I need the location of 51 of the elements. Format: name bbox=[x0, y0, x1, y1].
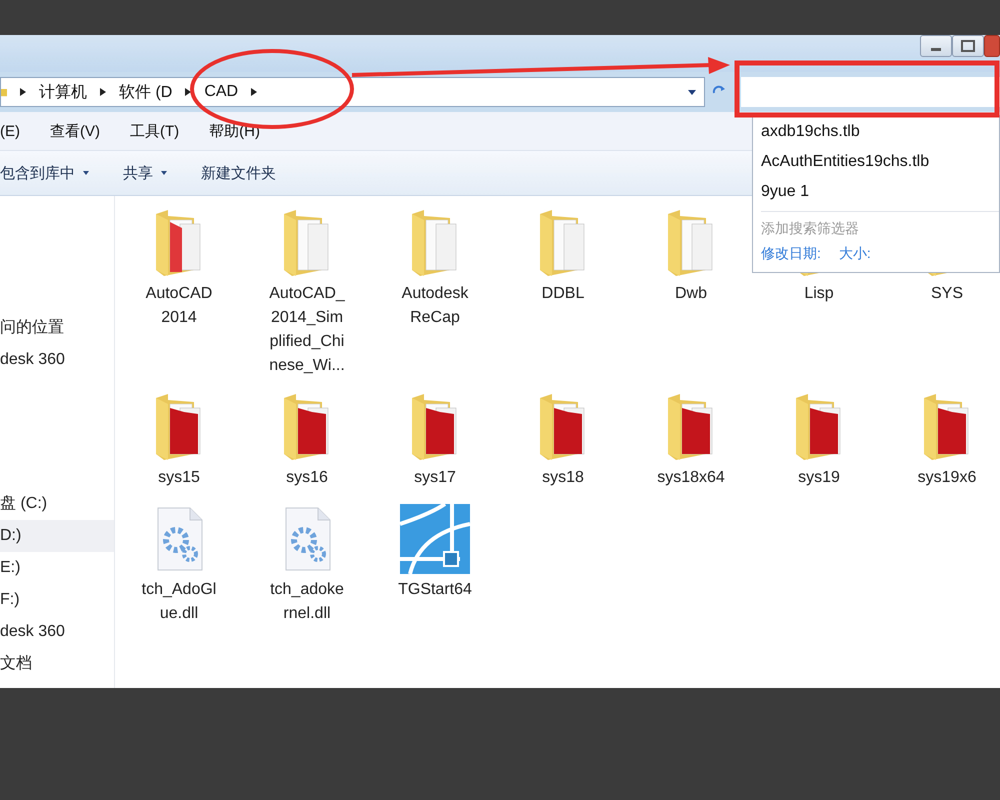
nav-item[interactable]: F:) bbox=[0, 584, 114, 616]
file-name[interactable]: Autodesk ReCap bbox=[402, 282, 468, 330]
file-name[interactable]: sys18x64 bbox=[657, 466, 725, 490]
toolbar-button[interactable]: 新建文件夹 bbox=[201, 164, 276, 182]
file-name[interactable]: Dwb bbox=[674, 282, 707, 306]
filter-link[interactable]: 修改日期: bbox=[761, 240, 821, 266]
breadcrumb-item[interactable]: 软件 (D bbox=[119, 82, 172, 102]
menu-item[interactable]: 查看(V) bbox=[50, 122, 100, 140]
nav-item[interactable]: desk 360 bbox=[0, 616, 114, 648]
breadcrumb-arrow-icon[interactable] bbox=[20, 88, 26, 96]
file-name[interactable]: sys15 bbox=[158, 466, 200, 490]
file-name[interactable]: sys19x6 bbox=[918, 466, 976, 490]
breadcrumb-arrow-icon[interactable] bbox=[251, 88, 258, 96]
nav-item[interactable]: D:) bbox=[0, 520, 114, 552]
nav-item[interactable]: 问的位置 bbox=[0, 312, 114, 344]
nav-item[interactable]: 文档 bbox=[0, 648, 114, 680]
search-suggestion[interactable]: axdb19chs.tlb bbox=[761, 117, 999, 147]
nav-item[interactable]: E:) bbox=[0, 552, 114, 584]
breadcrumb-arrow-icon[interactable] bbox=[185, 88, 192, 96]
file-name[interactable]: sys18 bbox=[542, 466, 584, 490]
search-suggestion[interactable]: 9yue 1 bbox=[761, 177, 999, 207]
minimize-button[interactable] bbox=[920, 35, 952, 57]
filter-heading: 添加搜索筛选器 bbox=[761, 219, 860, 238]
menu-item[interactable]: (E) bbox=[0, 122, 20, 140]
file-name[interactable]: sys17 bbox=[414, 466, 456, 490]
dropdown-caret-icon[interactable] bbox=[688, 90, 696, 94]
file-name[interactable]: tch_AdoGl ue.dll bbox=[142, 578, 216, 626]
close-button[interactable] bbox=[984, 35, 1000, 57]
map-app-icon[interactable] bbox=[400, 504, 470, 574]
address-bar[interactable]: 计算机 软件 (D CAD bbox=[0, 77, 705, 107]
nav-item[interactable]: desk 360 bbox=[0, 344, 114, 376]
file-name[interactable]: sys19 bbox=[798, 466, 840, 490]
file-name[interactable]: Lisp bbox=[804, 282, 834, 306]
menu-item[interactable]: 工具(T) bbox=[130, 122, 180, 140]
breadcrumb-item[interactable]: 计算机 bbox=[39, 82, 87, 102]
file-name[interactable]: DDBL bbox=[542, 282, 584, 306]
file-name[interactable]: SYS bbox=[930, 282, 963, 306]
file-name[interactable]: AutoCAD 2014 bbox=[146, 282, 212, 330]
file-name[interactable]: AutoCAD_ 2014_Sim plified_Chi nese_Wi... bbox=[269, 282, 345, 378]
toolbar-button[interactable]: 包含到库中 bbox=[0, 164, 89, 182]
maximize-button[interactable] bbox=[952, 35, 984, 57]
breadcrumb-item[interactable]: CAD bbox=[204, 83, 238, 101]
file-name[interactable]: tch_adoke rnel.dll bbox=[270, 578, 344, 626]
filter-link[interactable]: 大小: bbox=[838, 240, 871, 266]
file-name[interactable]: TGStart64 bbox=[398, 578, 472, 602]
breadcrumb-arrow-icon[interactable] bbox=[100, 88, 106, 96]
nav-item[interactable]: 盘 (C:) bbox=[0, 488, 114, 520]
search-suggestion[interactable]: AcAuthEntities19chs.tlb bbox=[761, 147, 999, 177]
toolbar-button[interactable]: 共享 bbox=[123, 164, 167, 182]
file-name[interactable]: sys16 bbox=[286, 466, 328, 490]
search-field[interactable] bbox=[741, 77, 1000, 107]
